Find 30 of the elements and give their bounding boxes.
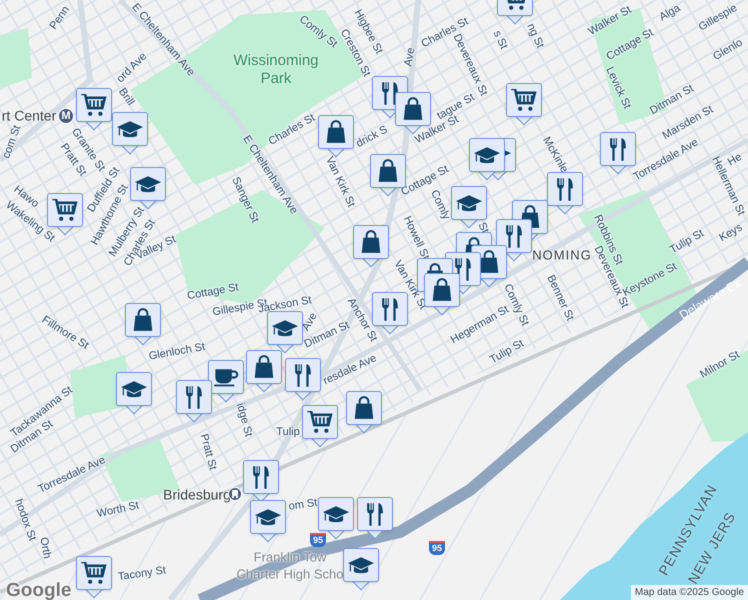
street-label: Glenloch St [148, 340, 206, 365]
street-label: s St [490, 28, 511, 52]
street-label: Tulip [276, 424, 300, 440]
street-label: com St [0, 123, 24, 161]
street-label: Levick St [602, 64, 634, 112]
google-logo: Google [6, 579, 72, 600]
street-label: Tulip St [488, 337, 527, 368]
street-label: Keys [716, 220, 746, 246]
district-label: NOMING [532, 246, 592, 264]
street-label: Pratt St [196, 432, 220, 472]
park-label: Wissinoming Park [232, 52, 320, 88]
place-label: Bridesburg [163, 486, 231, 504]
interstate-shield: 95 [310, 533, 326, 547]
street-label: drick S [353, 122, 391, 152]
street-label: Tulip St [666, 226, 707, 258]
street-label: om St [288, 496, 318, 515]
street-label: St [474, 220, 492, 236]
street-label: Ave [401, 46, 418, 68]
street-label: Cottage St [186, 280, 240, 302]
street-label: Van Kirk St [322, 154, 358, 210]
street-label: idge St [233, 401, 256, 439]
street-label: Alga [656, 1, 684, 26]
street-label: Tacony St [116, 563, 168, 586]
attribution-text: Map data ©2025 Google [630, 585, 748, 600]
place-label: rt Center [2, 106, 56, 125]
street-label: Worth St [95, 498, 141, 522]
street-label: ng St [523, 20, 548, 52]
interstate-shield: 95 [429, 541, 445, 555]
street-label: Brill [115, 84, 138, 110]
metro-station-icon: M [58, 108, 74, 124]
